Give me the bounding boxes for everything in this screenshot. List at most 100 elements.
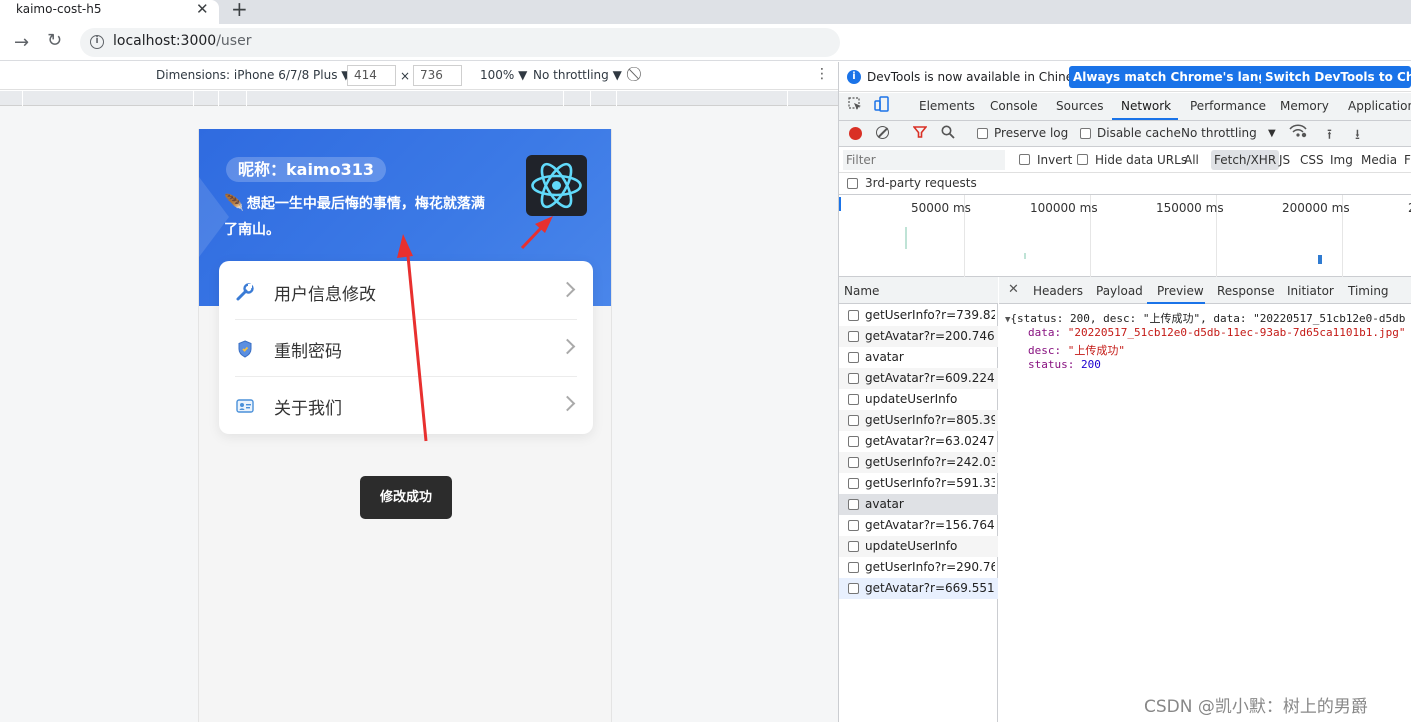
timeline-tick: 150000 ms	[1156, 201, 1224, 215]
export-har-icon[interactable]: ⭳	[1355, 124, 1360, 148]
record-icon[interactable]	[849, 127, 862, 140]
feather-icon: 🪶	[224, 193, 244, 212]
request-row[interactable]: getUserInfo?r=739.82...	[839, 305, 998, 326]
tab-sources[interactable]: Sources	[1056, 99, 1103, 113]
tab-timing[interactable]: Timing	[1348, 284, 1389, 298]
preview-desc: desc: "上传成功"	[1028, 344, 1125, 357]
throttling-select[interactable]: No throttling ▼	[533, 68, 622, 82]
avatar[interactable]	[526, 155, 587, 216]
device-toggle-icon[interactable]	[874, 96, 890, 115]
request-row[interactable]: getAvatar?r=669.5513...	[839, 578, 998, 599]
hide-data-urls-checkbox[interactable]	[1077, 154, 1088, 165]
forward-icon[interactable]: →	[14, 32, 29, 53]
new-tab-icon[interactable]: +	[231, 0, 248, 21]
requests-area: Name getUserInfo?r=739.82... getAvatar?r…	[839, 277, 1411, 722]
device-dimensions-select[interactable]: Dimensions: iPhone 6/7/8 Plus ▼	[156, 68, 351, 82]
filter-type-fetch-xhr[interactable]: Fetch/XHR	[1211, 150, 1280, 170]
address-bar[interactable]: i localhost:3000/user	[80, 28, 840, 57]
info-icon: i	[847, 70, 861, 84]
shield-icon	[235, 339, 255, 359]
tab-initiator[interactable]: Initiator	[1287, 284, 1334, 298]
hide-data-urls-label: Hide data URLs	[1095, 153, 1188, 167]
filter-input[interactable]	[843, 150, 1005, 170]
menu-item-edit-profile[interactable]: 用户信息修改	[235, 263, 577, 320]
browser-toolbar: → ↻ i localhost:3000/user	[0, 24, 1411, 61]
tab-response[interactable]: Response	[1217, 284, 1275, 298]
invert-checkbox[interactable]	[1019, 154, 1030, 165]
filter-type-font[interactable]: F	[1404, 153, 1411, 167]
request-row[interactable]: updateUserInfo	[839, 389, 998, 410]
chevron-down-icon[interactable]: ▼	[1268, 128, 1276, 139]
preserve-log-checkbox[interactable]	[977, 128, 988, 139]
disable-cache-label: Disable cache	[1097, 126, 1181, 140]
preview-summary[interactable]: ▼{status: 200, desc: "上传成功", data: "2022…	[1005, 310, 1405, 326]
tab-network[interactable]: Network	[1121, 99, 1171, 113]
network-throttling-select[interactable]: No throttling	[1181, 126, 1257, 140]
request-row[interactable]: getUserInfo?r=591.3377...	[839, 473, 998, 494]
close-tab-icon[interactable]: ✕	[196, 0, 209, 18]
menu-item-about-us[interactable]: 关于我们	[235, 377, 577, 434]
third-party-checkbox[interactable]	[847, 178, 858, 189]
filter-type-css[interactable]: CSS	[1300, 153, 1324, 167]
reload-icon[interactable]: ↻	[47, 30, 62, 51]
url-text: localhost:3000/user	[113, 33, 252, 49]
request-row[interactable]: getUserInfo?r=290.76...	[839, 557, 998, 578]
zoom-select[interactable]: 100% ▼	[480, 68, 527, 82]
search-icon[interactable]	[941, 125, 955, 142]
device-height-input[interactable]: 736	[413, 65, 462, 86]
menu-item-label: 用户信息修改	[274, 285, 376, 305]
filter-type-media[interactable]: Media	[1361, 153, 1397, 167]
tab-performance[interactable]: Performance	[1190, 99, 1266, 113]
tab-memory[interactable]: Memory	[1280, 99, 1329, 113]
timeline-bar	[1024, 253, 1026, 259]
filter-type-all[interactable]: All	[1184, 153, 1199, 167]
menu-item-reset-password[interactable]: 重制密码	[235, 320, 577, 377]
inspect-icon[interactable]	[848, 97, 862, 114]
network-overview[interactable]: 50000 ms 100000 ms 150000 ms 200000 ms 2	[839, 195, 1411, 277]
request-row[interactable]: getAvatar?r=156.7648...	[839, 515, 998, 536]
timeline-tick: 100000 ms	[1030, 201, 1098, 215]
import-har-icon[interactable]: ⭱	[1327, 124, 1332, 148]
request-list-header[interactable]: Name	[839, 277, 998, 304]
timeline-tick: 200000 ms	[1282, 201, 1350, 215]
filter-icon[interactable]	[912, 125, 928, 142]
banner-message: DevTools is now available in Chinese!	[867, 70, 1092, 84]
tab-console[interactable]: Console	[990, 99, 1038, 113]
timeline-tick: 50000 ms	[911, 201, 971, 215]
filter-type-js[interactable]: JS	[1279, 153, 1290, 167]
switch-to-chinese-button[interactable]: Switch DevTools to Chinese	[1261, 66, 1411, 88]
id-card-icon	[235, 396, 255, 416]
language-banner: i DevTools is now available in Chinese! …	[839, 62, 1411, 92]
device-width-input[interactable]: 414	[347, 65, 396, 86]
devtools-panel: i DevTools is now available in Chinese! …	[839, 62, 1411, 722]
filter-type-img[interactable]: Img	[1330, 153, 1353, 167]
close-icon[interactable]: ✕	[1008, 282, 1019, 297]
request-row[interactable]: avatar	[839, 347, 998, 368]
browser-tab[interactable]: kaimo-cost-h5 ✕	[0, 0, 219, 24]
active-detail-tab-indicator	[1147, 302, 1205, 304]
request-row[interactable]: getUserInfo?r=805.39...	[839, 410, 998, 431]
clear-icon[interactable]	[876, 126, 889, 139]
request-row[interactable]: updateUserInfo	[839, 536, 998, 557]
third-party-label: 3rd-party requests	[865, 176, 977, 190]
nickname: 昵称：kaimo313	[226, 157, 386, 182]
request-row[interactable]: getAvatar?r=200.7462...	[839, 326, 998, 347]
tab-headers[interactable]: Headers	[1033, 284, 1083, 298]
tab-elements[interactable]: Elements	[919, 99, 975, 113]
request-row[interactable]: getAvatar?r=609.2245...	[839, 368, 998, 389]
request-list: Name getUserInfo?r=739.82... getAvatar?r…	[839, 277, 998, 722]
request-row[interactable]: getAvatar?r=63.02479...	[839, 431, 998, 452]
info-icon[interactable]: i	[90, 35, 104, 49]
dimension-separator: ×	[400, 69, 411, 83]
tab-strip: kaimo-cost-h5 ✕ +	[0, 0, 1411, 24]
request-row[interactable]: getUserInfo?r=242.03...	[839, 452, 998, 473]
timeline-bar	[1318, 255, 1322, 264]
tab-application[interactable]: Application	[1348, 99, 1411, 113]
request-row-selected[interactable]: avatar	[839, 494, 998, 515]
network-conditions-icon[interactable]	[1289, 123, 1307, 142]
disable-cache-checkbox[interactable]	[1080, 128, 1091, 139]
tab-payload[interactable]: Payload	[1096, 284, 1143, 298]
more-options-icon[interactable]: ⋮	[815, 66, 829, 82]
tab-preview[interactable]: Preview	[1157, 284, 1204, 298]
media-query-ruler[interactable]	[0, 91, 838, 106]
